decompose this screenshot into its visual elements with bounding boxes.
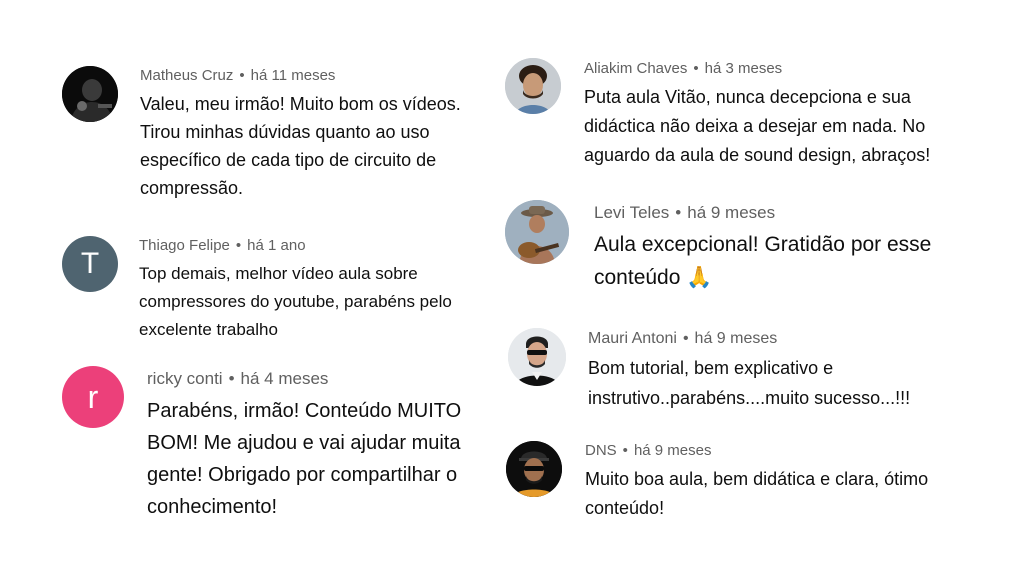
comment-text: Puta aula Vitão, nunca decepciona e sua …	[584, 87, 931, 165]
comment-time[interactable]: há 9 meses	[634, 442, 712, 459]
comment-meta: Thiago Felipe • há 1 ano	[139, 237, 306, 254]
avatar-letter: r	[87, 378, 99, 415]
author-name[interactable]: Aliakim Chaves	[584, 60, 687, 77]
comment-meta: Mauri Antoni • há 9 meses	[588, 330, 778, 347]
avatar[interactable]	[505, 200, 569, 264]
comment-meta: Matheus Cruz • há 11 meses	[140, 67, 336, 84]
cap-sunglasses-photo-avatar-icon	[506, 441, 562, 497]
avatar[interactable]: T	[62, 236, 118, 292]
comment-time[interactable]: há 11 meses	[251, 67, 336, 84]
comment-text: Aula excepcional! Gratidão por esse cont…	[594, 233, 932, 289]
author-name[interactable]: Thiago Felipe	[139, 237, 230, 254]
comment-time[interactable]: há 3 meses	[705, 60, 783, 77]
comment-text: Top demais, melhor vídeo aula sobre comp…	[139, 264, 452, 339]
guitar-hat-photo-avatar-icon	[505, 200, 569, 264]
comment-text: Parabéns, irmão! Conteúdo MUITO BOM! Me …	[147, 400, 462, 518]
comment-time[interactable]: há 4 meses	[241, 369, 329, 388]
avatar[interactable]	[62, 66, 118, 122]
comment-time[interactable]: há 1 ano	[247, 237, 305, 254]
author-name[interactable]: Matheus Cruz	[140, 67, 233, 84]
avatar[interactable]	[506, 441, 562, 497]
avatar[interactable]: r	[62, 366, 124, 428]
curly-hair-photo-avatar-icon	[505, 58, 561, 114]
author-name[interactable]: DNS	[585, 442, 617, 459]
dark-photo-avatar-icon	[62, 66, 118, 122]
comment-meta: Aliakim Chaves • há 3 meses	[584, 60, 783, 77]
author-name[interactable]: Mauri Antoni	[588, 330, 677, 347]
avatar[interactable]	[508, 328, 566, 386]
comment-text: Valeu, meu irmão! Muito bom os vídeos. T…	[140, 94, 461, 198]
comment-meta: DNS • há 9 meses	[585, 442, 712, 459]
comment-text: Bom tutorial, bem explicativo e instruti…	[588, 358, 911, 408]
comment-text: Muito boa aula, bem didática e clara, ót…	[585, 469, 929, 518]
sunglasses-photo-avatar-icon	[508, 328, 566, 386]
author-name[interactable]: ricky conti	[147, 369, 223, 388]
comment-meta: Levi Teles • há 9 meses	[594, 203, 776, 222]
author-name[interactable]: Levi Teles	[594, 203, 669, 222]
comment-meta: ricky conti • há 4 meses	[147, 369, 329, 388]
avatar[interactable]	[505, 58, 561, 114]
avatar-letter: T	[80, 247, 100, 280]
comment-time[interactable]: há 9 meses	[687, 203, 775, 222]
comment-time[interactable]: há 9 meses	[695, 330, 778, 347]
